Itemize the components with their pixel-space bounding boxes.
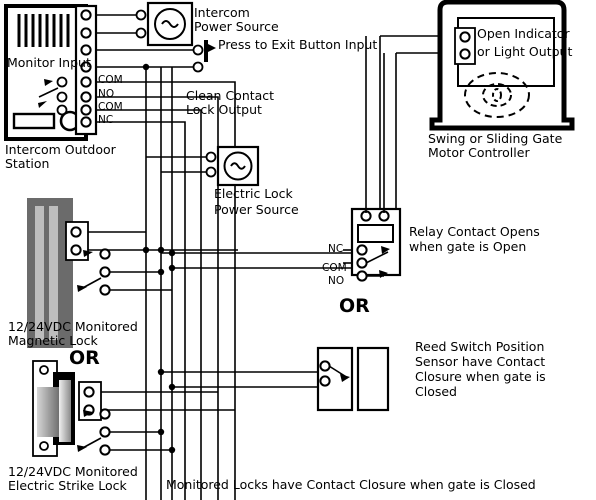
press-to-exit-label: Press to Exit Button Input [218,37,378,52]
gate-output-label-line2: or Light Output [477,44,573,59]
relay-terminal-label-nc: NC [328,243,344,255]
intercom-outdoor-station[interactable] [4,4,98,141]
reed-note-line2: Sensor have Contact [415,354,546,369]
intercom-caption-line2: Station [5,156,50,171]
relay-note-line1: Relay Contact Opens [409,224,540,239]
or-label-right: OR [339,295,370,317]
monitor-input-label: Monitor Input [7,55,91,70]
relay-terminal-label-no: NO [328,275,345,287]
reed-magnet-block [356,346,390,412]
intercom-terminal-label-com-top: COM [98,74,123,86]
gate-controller-caption-line2: Motor Controller [428,145,530,160]
reed-note-line1: Reed Switch Position [415,339,545,354]
intercom-terminal-label-no: NO [98,88,115,100]
power-terminal-icon [135,9,147,21]
relay-terminal-label-com: COM [322,262,347,274]
gate-motor-controller[interactable] [429,0,575,131]
gate-output-label-line1: Open Indicator [477,26,570,41]
electric-strike-lock[interactable] [32,360,111,457]
relay-contact-module[interactable] [343,200,402,282]
wiring-diagram-canvas: Intercom Power Source Press to Exit Butt… [0,0,596,500]
push-button-icon [204,40,216,62]
reed-note-line4: Closed [415,384,457,399]
intercom-power-source[interactable] [135,1,194,47]
intercom-terminal-label-nc: NC [98,114,114,126]
reed-switch-sensor[interactable] [316,346,390,412]
electric-lock-power-source[interactable] [205,145,260,187]
clean-contact-caption-line2: Lock Output [186,102,262,117]
intercom-terminal-label-com-bottom: COM [98,101,123,113]
intercom-power-caption-line2: Power Source [194,19,279,34]
lock-power-caption-line2: Power Source [214,202,299,217]
strike-lock-caption-line2: Electric Strike Lock [8,478,127,493]
or-label-left: OR [69,347,100,369]
lock-power-caption-line1: Electric Lock [214,186,293,201]
relay-note-line2: when gate is Open [409,239,527,254]
press-to-exit-button[interactable] [192,40,217,73]
footer-note: Monitored Locks have Contact Closure whe… [166,477,536,492]
power-terminal-icon [135,27,147,39]
reed-note-line3: Closure when gate is [415,369,546,384]
nameplate-icon [12,112,56,130]
relay-to-controller-wires [365,36,385,200]
